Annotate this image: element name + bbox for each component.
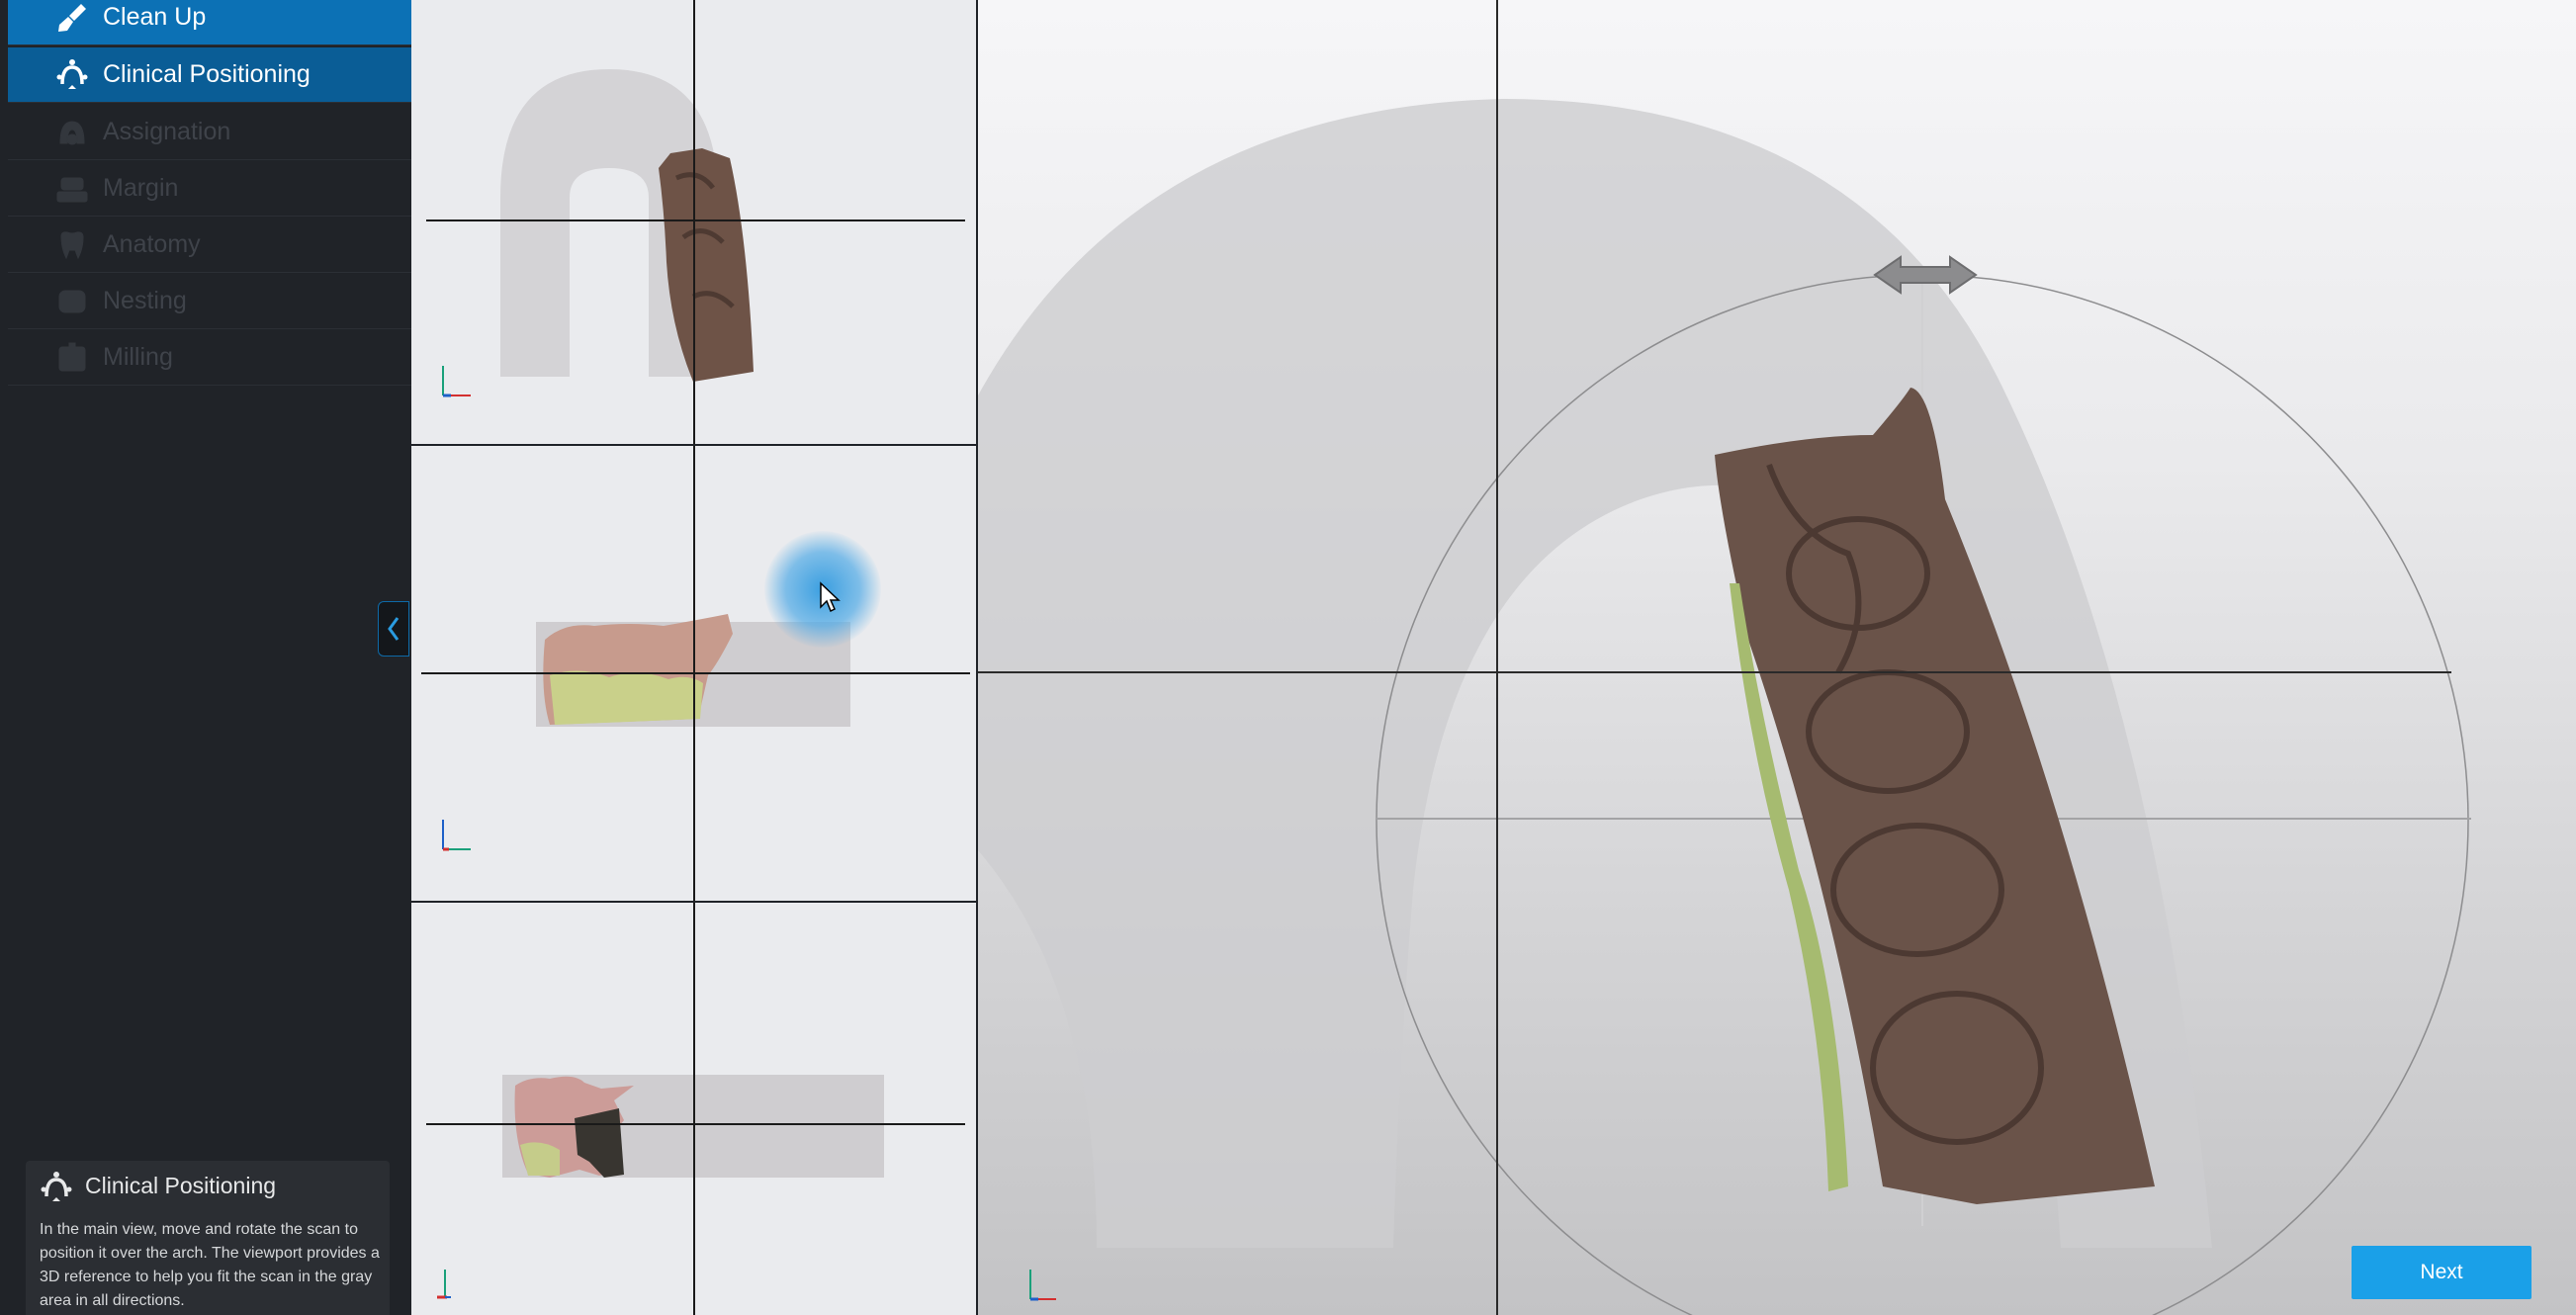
- collapse-sidebar-button[interactable]: [378, 601, 409, 657]
- axis-triad-icon: [1029, 1270, 1056, 1301]
- top-view-viewport[interactable]: [411, 0, 976, 446]
- chevron-left-icon: [388, 617, 400, 641]
- step-clinical-positioning[interactable]: Clinical Positioning: [8, 47, 411, 103]
- mouse-cursor-icon: [820, 581, 841, 613]
- step-label: Anatomy: [103, 230, 201, 258]
- step-milling: Milling: [8, 330, 411, 386]
- help-title: Clinical Positioning: [85, 1173, 277, 1198]
- front-view-viewport[interactable]: [411, 446, 976, 903]
- step-label: Clean Up: [103, 3, 207, 31]
- assignation-icon: [51, 115, 93, 150]
- side-view-vertical-guide: [693, 903, 695, 1315]
- side-view-viewport[interactable]: [411, 903, 976, 1315]
- main-view-vertical-guide: [1496, 0, 1498, 1315]
- move-handle-icon[interactable]: [1871, 253, 1980, 297]
- positioning-icon: [51, 57, 93, 93]
- step-clean-up[interactable]: Clean Up: [8, 0, 411, 45]
- next-button[interactable]: Next: [2352, 1246, 2532, 1299]
- step-label: Nesting: [103, 287, 187, 314]
- step-assignation: Assignation: [8, 105, 411, 160]
- brush-icon: [51, 0, 93, 36]
- positioning-icon: [41, 1172, 72, 1201]
- step-label: Margin: [103, 174, 179, 202]
- step-label: Clinical Positioning: [103, 60, 311, 88]
- top-view-horizontal-guide: [426, 219, 965, 221]
- axis-triad-icon: [442, 820, 471, 851]
- milling-icon: [51, 340, 93, 376]
- workflow-sidebar: Clean Up Clinical Positioning Assignatio…: [0, 0, 411, 1315]
- step-label: Assignation: [103, 118, 231, 145]
- step-label: Milling: [103, 343, 173, 371]
- axis-triad-icon: [437, 1270, 451, 1299]
- nesting-icon: [51, 284, 93, 319]
- help-text: In the main view, move and rotate the sc…: [40, 1221, 380, 1309]
- step-anatomy: Anatomy: [8, 218, 411, 273]
- margin-icon: [51, 171, 93, 207]
- top-view-vertical-guide: [693, 0, 695, 444]
- side-view-horizontal-guide: [426, 1123, 965, 1125]
- front-view-horizontal-guide: [421, 672, 970, 674]
- main-3d-viewport[interactable]: [976, 0, 2576, 1315]
- tooth-icon: [51, 227, 93, 263]
- axis-triad-icon: [442, 366, 471, 397]
- step-nesting: Nesting: [8, 274, 411, 329]
- main-view-horizontal-guide: [978, 671, 2451, 673]
- step-margin: Margin: [8, 161, 411, 217]
- front-view-vertical-guide: [693, 446, 695, 901]
- help-panel: Clinical Positioning In the main view, m…: [26, 1161, 390, 1315]
- main-view-scene: [978, 99, 2471, 1315]
